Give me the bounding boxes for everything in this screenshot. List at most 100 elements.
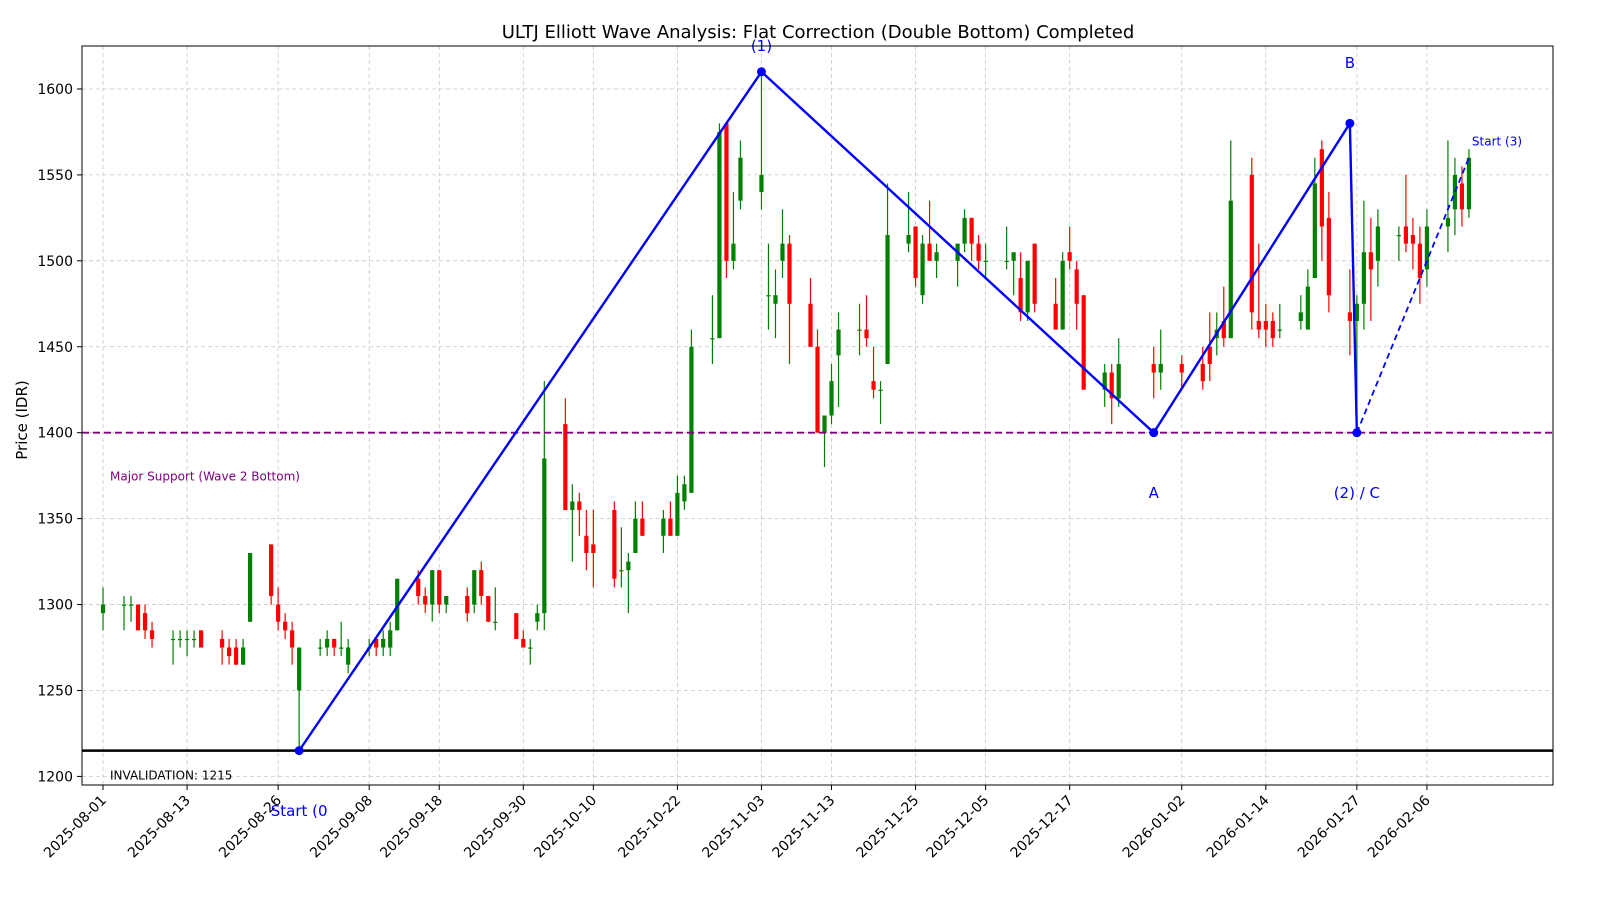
candle-body [1305, 286, 1310, 330]
candle-body [170, 638, 176, 641]
candle-body [563, 424, 568, 511]
candle-body [633, 518, 638, 553]
candle-body [738, 157, 743, 201]
candle-body [626, 561, 631, 571]
candle-body [325, 638, 330, 648]
candle-body [920, 243, 925, 296]
candle-body [1081, 295, 1086, 390]
candle-body [619, 570, 624, 572]
y-tick-label: 1350 [37, 512, 73, 528]
candle-body [612, 510, 617, 579]
candle-body [969, 217, 974, 244]
candle-body [1445, 217, 1451, 227]
y-tick-label: 1600 [37, 82, 73, 98]
x-tick-label: 2025-11-13 [769, 793, 838, 862]
candle-body [829, 381, 834, 416]
candle-body [465, 595, 470, 614]
candle-body [514, 613, 519, 639]
candle-body [416, 578, 421, 596]
x-tick-label: 2025-11-03 [699, 793, 768, 862]
candle-body [234, 647, 239, 665]
candle-body [472, 570, 477, 605]
candle-body [1025, 260, 1030, 313]
y-tick-label: 1450 [37, 340, 73, 356]
candle-body [1319, 149, 1324, 227]
candle-body [689, 346, 694, 493]
candle-body [661, 518, 666, 536]
candle-body [1466, 157, 1472, 210]
candle-body [780, 243, 785, 261]
y-axis-title: Price (IDR) [13, 380, 31, 459]
candle-body [191, 638, 197, 641]
candle-body [226, 647, 232, 657]
candle-body [1074, 269, 1079, 304]
candle-body [430, 570, 435, 605]
candle-body [962, 217, 967, 244]
candle-body [682, 484, 687, 502]
candle-body [528, 647, 533, 649]
y-tick-label: 1300 [37, 598, 73, 614]
x-tick-label: 2025-08-13 [125, 793, 194, 862]
candle-body [1347, 312, 1352, 321]
invalidation-label: INVALIDATION: 1215 [110, 769, 232, 783]
candle-body [1179, 363, 1184, 373]
candle-body [710, 338, 715, 340]
wave-label: A [1149, 484, 1160, 502]
candle-body [198, 630, 204, 648]
candle-body [437, 570, 442, 605]
candle-body [577, 501, 582, 511]
wave-label: (2) / C [1334, 484, 1380, 502]
candle-body [1396, 235, 1401, 237]
x-tick-label: 2025-08-26 [216, 792, 285, 861]
candle-body [269, 544, 274, 596]
candle-body [1249, 174, 1254, 313]
candle-body [241, 647, 246, 665]
candle-body [128, 604, 134, 606]
candle-body [1004, 260, 1009, 263]
candle-body [570, 501, 575, 511]
candle-body [724, 123, 729, 261]
candle-body [283, 621, 288, 631]
candle-body [542, 458, 547, 614]
candle-body [1368, 252, 1373, 270]
candle-body [1207, 346, 1212, 364]
candle-body [535, 613, 540, 622]
candle-body [913, 226, 918, 279]
candle-body [766, 295, 771, 297]
wave-point [1352, 428, 1362, 438]
candle-body [1298, 312, 1303, 321]
candle-body [1053, 303, 1058, 330]
candle-body [142, 613, 148, 631]
wave-label: Start (3) [1472, 135, 1522, 149]
candle-body [219, 638, 225, 648]
candle-body [100, 604, 106, 614]
candle-body [668, 518, 673, 536]
candle-body [675, 492, 680, 536]
candle-body [640, 518, 645, 536]
candle-body [149, 630, 155, 639]
candle-body [276, 604, 281, 622]
candle-body [808, 303, 813, 347]
candle-body [1018, 278, 1023, 313]
candle-body [1067, 252, 1072, 261]
candle-body [731, 243, 736, 261]
candle-body [878, 389, 883, 391]
candle-body [787, 243, 792, 304]
candle-body [906, 235, 911, 244]
candle-body [1361, 252, 1366, 304]
candle-body [1459, 183, 1465, 210]
candle-body [1060, 260, 1065, 330]
candle-body [871, 381, 876, 390]
candle-body [1312, 183, 1317, 279]
candle-body [885, 235, 890, 364]
y-tick-label: 1500 [37, 254, 73, 270]
candle-body [773, 295, 778, 304]
candle-body [822, 415, 827, 433]
wave-label: B [1345, 54, 1355, 72]
candle-body [584, 535, 589, 553]
x-tick-label: 2025-12-05 [924, 793, 993, 862]
candle-body [1277, 329, 1282, 331]
x-tick-label: 2025-12-17 [1008, 793, 1077, 862]
candle-body [121, 604, 127, 606]
candle-body [1263, 320, 1268, 330]
